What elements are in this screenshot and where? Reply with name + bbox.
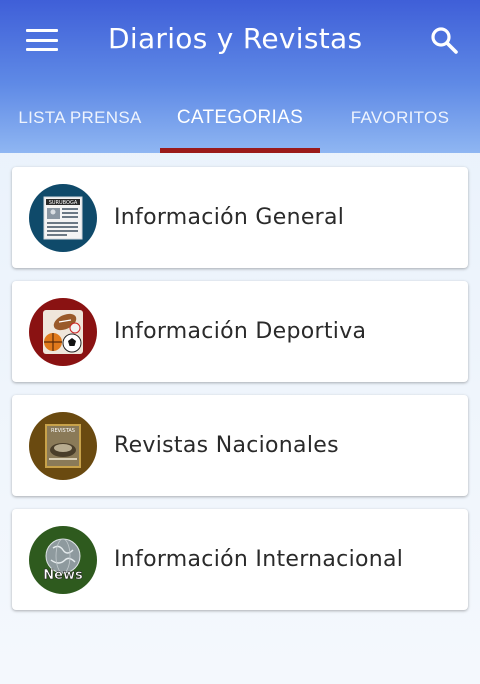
tab-bar: LISTA PRENSA CATEGORIAS FAVORITOS bbox=[0, 96, 480, 153]
category-informacion-internacional[interactable]: News Información Internacional bbox=[12, 509, 468, 610]
category-informacion-general[interactable]: SURUBOGA Información General bbox=[12, 167, 468, 268]
search-icon[interactable] bbox=[428, 24, 460, 56]
app-title: Diarios y Revistas bbox=[108, 22, 363, 55]
category-informacion-deportiva[interactable]: Información Deportiva bbox=[12, 281, 468, 382]
magazine-icon: REVISTAS bbox=[29, 411, 97, 480]
category-label: Información Internacional bbox=[114, 547, 404, 572]
svg-text:REVISTAS: REVISTAS bbox=[51, 428, 75, 434]
svg-text:News: News bbox=[43, 568, 83, 583]
svg-text:SURUBOGA: SURUBOGA bbox=[49, 200, 78, 206]
tab-label: LISTA PRENSA bbox=[18, 108, 142, 127]
category-label: Revistas Nacionales bbox=[114, 433, 339, 458]
category-revistas-nacionales[interactable]: REVISTAS Revistas Nacionales bbox=[12, 395, 468, 496]
tab-label: FAVORITOS bbox=[350, 108, 450, 127]
newspaper-icon: SURUBOGA bbox=[29, 183, 97, 252]
tab-favoritos[interactable]: FAVORITOS bbox=[320, 96, 480, 153]
tab-categorias[interactable]: CATEGORIAS bbox=[160, 96, 320, 153]
menu-icon[interactable] bbox=[24, 26, 60, 54]
tab-lista-prensa[interactable]: LISTA PRENSA bbox=[0, 96, 160, 153]
category-label: Información Deportiva bbox=[114, 319, 367, 344]
globe-news-icon: News bbox=[29, 525, 97, 594]
sports-balls-icon bbox=[29, 297, 97, 366]
category-list: SURUBOGA Información General Información… bbox=[12, 167, 468, 623]
app-bar: Diarios y Revistas LISTA PRENSA CATEGORI… bbox=[0, 0, 480, 153]
category-label: Información General bbox=[114, 205, 345, 230]
tab-label: CATEGORIAS bbox=[176, 107, 304, 128]
